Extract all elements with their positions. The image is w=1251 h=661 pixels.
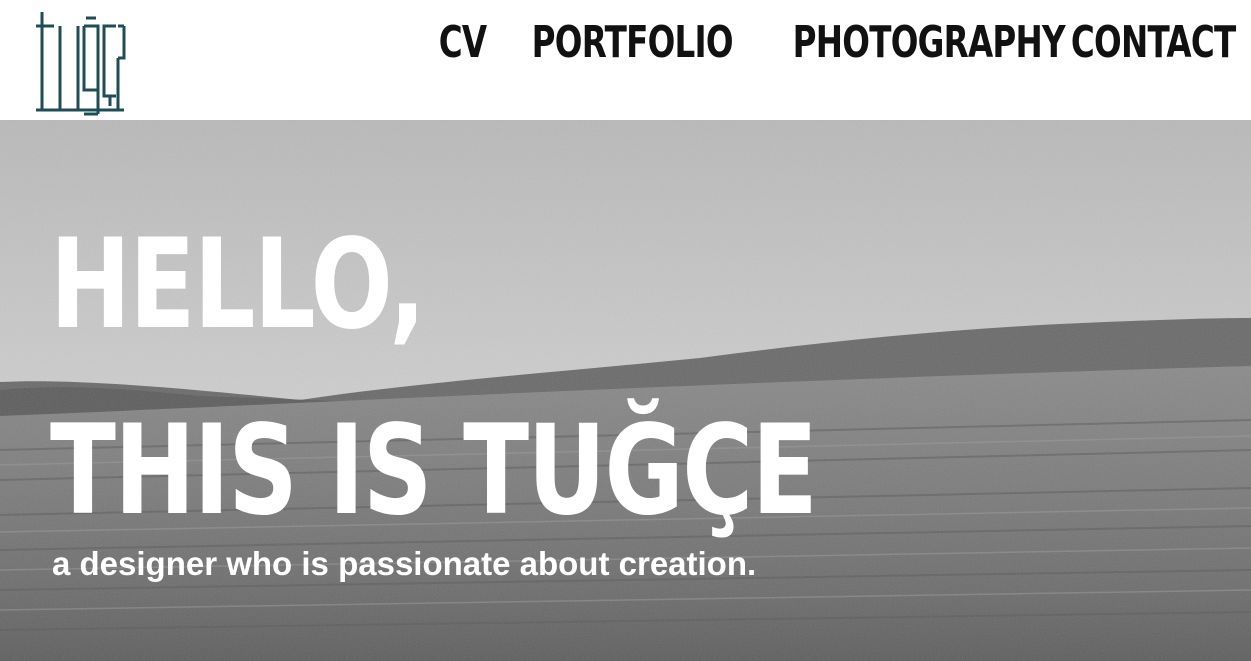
main-nav: CV PORTFOLIO PHOTOGRAPHY CONTACT bbox=[422, 18, 1236, 68]
nav-cv[interactable]: CV bbox=[439, 18, 487, 68]
hero-subtitle: a designer who is passionate about creat… bbox=[52, 545, 757, 582]
site-header: CV PORTFOLIO PHOTOGRAPHY CONTACT bbox=[0, 0, 1251, 120]
hero-title: HELLO, THIS IS TUĞÇE bbox=[50, 192, 818, 564]
nav-contact[interactable]: CONTACT bbox=[1070, 18, 1235, 68]
hero-title-line-2: THIS IS TUĞÇE bbox=[50, 399, 818, 543]
hero-section: HELLO, THIS IS TUĞÇE a designer who is p… bbox=[0, 120, 1251, 661]
logo-monogram-icon bbox=[36, 12, 126, 116]
site-logo[interactable] bbox=[34, 10, 126, 116]
nav-portfolio[interactable]: PORTFOLIO bbox=[531, 18, 733, 68]
nav-photography[interactable]: PHOTOGRAPHY bbox=[792, 18, 1065, 68]
hero-title-line-1: HELLO, bbox=[50, 213, 426, 357]
